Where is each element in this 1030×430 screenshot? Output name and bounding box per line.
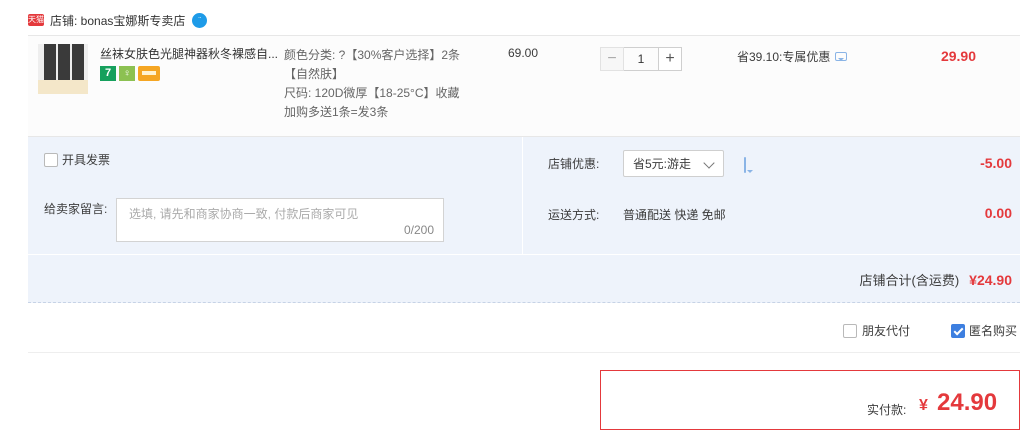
item-subtotal: 29.90 — [940, 48, 976, 64]
friend-pay-label: 朋友代付 — [862, 324, 911, 338]
quantity-stepper: − 1 + — [600, 47, 682, 71]
tmall-icon: 天猫 — [28, 14, 44, 26]
discount-info-icon[interactable] — [835, 52, 848, 61]
thumb-floor-shape — [38, 80, 88, 94]
shipping-label: 运送方式: — [548, 208, 600, 222]
message-char-count: 0/200 — [403, 223, 434, 237]
invoice-checkbox[interactable] — [44, 152, 58, 167]
quantity-plus-button[interactable]: + — [658, 47, 682, 71]
product-title-link[interactable]: 丝袜女肤色光腿神器秋冬裸感自... — [100, 46, 282, 62]
sku-color: 颜色分类: ?【30%客户选择】2条【自然肤】 — [284, 48, 461, 81]
order-extras-panel: 开具发票 给卖家留言: 选填, 请先和商家协商一致, 付款后商家可见 0/200… — [28, 137, 1020, 303]
sku-info: 颜色分类: ?【30%客户选择】2条【自然肤】 尺码: 120D微厚【18-25… — [284, 46, 464, 122]
anonymous-purchase-checkbox[interactable] — [951, 323, 965, 338]
cart-item-row: 丝袜女肤色光腿神器秋冬裸感自... 7 ♀ 颜色分类: ?【30%客户选择】2条… — [28, 35, 1020, 137]
thumb-leg-shape — [44, 44, 56, 80]
message-label: 给卖家留言: — [44, 202, 108, 216]
thumb-leg-shape — [58, 44, 70, 80]
shop-total-label: 店铺合计(含运费) — [859, 273, 960, 288]
shop-coupon-select[interactable]: 省5元:游走 — [623, 150, 724, 177]
shop-total: 店铺合计(含运费) ¥24.90 — [860, 270, 1013, 289]
shop-total-value: ¥24.90 — [969, 272, 1012, 288]
service-badge-icon: ♀ — [119, 66, 135, 81]
shop-coupon-value: 省5元:游走 — [633, 157, 692, 171]
shop-coupon-amount: -5.00 — [980, 155, 1012, 171]
actual-payment-currency: ¥ — [919, 397, 928, 414]
chevron-down-icon — [703, 157, 715, 169]
shipping-method: 普通配送 快递 免邮 — [623, 208, 726, 222]
shop-header: 天猫 店铺: bonas宝娜斯专卖店 ¨ — [28, 10, 208, 30]
item-discount: 省39.10:专属优惠 — [737, 48, 848, 65]
friend-pay-checkbox[interactable] — [843, 323, 857, 338]
shop-name-link[interactable]: 店铺: bonas宝娜斯专卖店 — [50, 12, 185, 29]
panel-divider — [522, 137, 523, 254]
payment-options-row: 朋友代付 匿名购买 — [28, 318, 1020, 353]
shipping-amount: 0.00 — [984, 205, 1012, 221]
actual-payment-label: 实付款: — [867, 403, 907, 417]
seller-message-textarea[interactable]: 选填, 请先和商家协商一致, 付款后商家可见 0/200 — [116, 198, 444, 242]
item-discount-text: 省39.10:专属优惠 — [737, 50, 831, 64]
friend-pay-option[interactable]: 朋友代付 — [843, 322, 910, 339]
unit-price: 69.00 — [508, 46, 539, 60]
seven-day-return-icon: 7 — [100, 66, 116, 81]
product-thumbnail[interactable] — [38, 44, 88, 94]
sku-size: 尺码: 120D微厚【18-25°C】收藏加购多送1条=发3条 — [284, 86, 460, 119]
anonymous-purchase-option[interactable]: 匿名购买 — [951, 322, 1017, 339]
panel-divider — [28, 254, 1020, 255]
invoice-option[interactable]: 开具发票 — [44, 151, 110, 168]
credit-card-icon — [138, 66, 160, 81]
actual-payment-amount: 24.90 — [937, 389, 998, 416]
wangwang-chat-icon[interactable]: ¨ — [192, 12, 208, 28]
shop-coupon-label: 店铺优惠: — [548, 157, 600, 171]
payment-summary-box: 实付款: ¥ 24.90 — [600, 370, 1020, 430]
coupon-info-icon[interactable] — [744, 157, 746, 173]
quantity-minus-button[interactable]: − — [600, 47, 624, 71]
message-placeholder: 选填, 请先和商家协商一致, 付款后商家可见 — [129, 207, 359, 221]
anonymous-purchase-label: 匿名购买 — [969, 324, 1018, 338]
invoice-label: 开具发票 — [62, 153, 111, 167]
service-badges: 7 ♀ — [100, 66, 160, 81]
thumb-leg-shape — [72, 44, 84, 80]
quantity-input[interactable]: 1 — [624, 47, 658, 71]
